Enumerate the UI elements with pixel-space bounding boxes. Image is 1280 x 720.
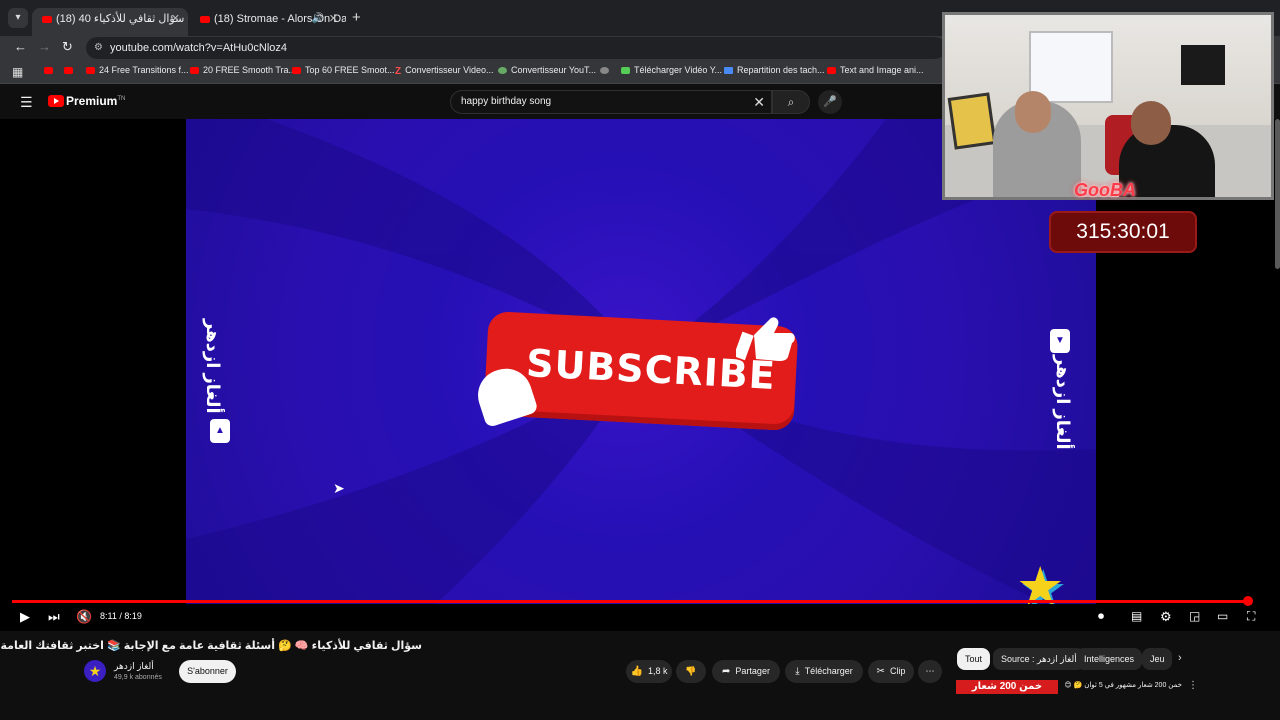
mouse-cursor-icon: ➤ xyxy=(333,480,345,496)
tab-active[interactable]: (18) سؤال ثقافي للأذكياء 40 🧠 😮 ✕ xyxy=(32,8,188,36)
channel-name[interactable]: ألغاز ازدهر xyxy=(114,661,154,672)
bookmark-item[interactable]: Convertisseur YouT... xyxy=(498,65,596,75)
tab-stromae[interactable]: (18) Stromae - Alors On Da 🔊 ✕ xyxy=(190,8,346,36)
youtube-favicon-icon xyxy=(200,15,210,23)
bookmark-item[interactable]: Z Convertisseur Video... xyxy=(395,65,494,77)
download-icon: ⤓ xyxy=(795,666,800,677)
chip-intelligences[interactable]: Intelligences xyxy=(1076,648,1143,670)
url-text: youtube.com/watch?v=AtHu0cNloz4 xyxy=(110,42,288,54)
time-display: 8:11 / 8:19 xyxy=(100,611,142,621)
channel-avatar[interactable]: ★ xyxy=(84,660,106,682)
download-button[interactable]: ⤓ Télécharger xyxy=(785,660,863,683)
recommendation-title[interactable]: خمن 200 شعار مشهور في 5 ثوان 🤔 😊 xyxy=(1062,681,1182,689)
tab-search-button[interactable]: ▾ xyxy=(8,8,28,28)
autoplay-toggle[interactable]: ⏺ xyxy=(1098,609,1104,624)
thumbs-up-icon xyxy=(736,317,795,361)
webcam-overlay xyxy=(942,12,1274,200)
search-value: happy birthday song xyxy=(461,96,552,107)
subscriber-count: 49,9 k abonnés xyxy=(114,674,162,681)
more-icon[interactable]: ⋮ xyxy=(1188,680,1198,691)
clip-button[interactable]: ✂ Clip xyxy=(868,660,914,683)
miniplayer-icon[interactable]: ◲ xyxy=(1189,609,1200,623)
progress-bar[interactable] xyxy=(12,600,1248,603)
video-title: سؤال ثقافي للأذكياء 🧠 🤔 أسئلة ثقافية عام… xyxy=(0,640,422,652)
youtube-favicon-icon xyxy=(42,15,52,23)
youtube-play-icon xyxy=(48,95,64,107)
new-tab-button[interactable]: + xyxy=(352,9,361,26)
site-info-icon[interactable]: ⚙ xyxy=(94,37,103,59)
tab-title: (18) Stromae - Alors On Da xyxy=(214,13,346,25)
youtube-premium-logo[interactable]: PremiumTN xyxy=(48,94,125,108)
close-icon[interactable]: ✕ xyxy=(329,8,338,30)
url-field[interactable]: ⚙ youtube.com/watch?v=AtHu0cNloz4 xyxy=(86,37,946,59)
chip-source[interactable]: Source : ألغاز ازدهر xyxy=(993,648,1085,670)
docs-icon xyxy=(724,67,733,74)
share-button[interactable]: ➦ Partager xyxy=(712,660,780,683)
bookmark-item[interactable]: Text and Image ani... xyxy=(827,65,924,75)
recommendation-thumbnail[interactable]: خمن 200 شعار xyxy=(956,680,1058,694)
youtube-icon xyxy=(190,67,199,74)
bookmark-item[interactable] xyxy=(64,65,77,75)
dislike-button[interactable]: 👎 xyxy=(676,660,706,683)
up-arrow-icon: ▲ xyxy=(210,419,230,443)
theater-mode-icon[interactable]: ▭ xyxy=(1217,609,1228,623)
tab-title: (18) سؤال ثقافي للأذكياء 40 🧠 😮 xyxy=(56,13,188,25)
forward-icon[interactable]: → xyxy=(38,39,51,54)
stream-timer: 315:30:01 xyxy=(1049,211,1197,253)
down-arrow-icon: ▼ xyxy=(1050,329,1070,353)
chip-jeu[interactable]: Jeu xyxy=(1142,648,1172,670)
like-button[interactable]: 👍 1,8 k xyxy=(626,660,672,683)
more-icon: ⋯ xyxy=(925,666,935,676)
youtube-icon xyxy=(44,67,53,74)
menu-icon[interactable]: ☰ xyxy=(20,94,33,111)
youtube-icon xyxy=(292,67,301,74)
page-scrollbar[interactable] xyxy=(1275,119,1280,269)
progress-scrubber[interactable] xyxy=(1242,596,1253,606)
chevron-right-icon[interactable]: › xyxy=(1178,652,1182,664)
subscribe-button[interactable]: S'abonner xyxy=(179,660,236,683)
z-logo-icon: Z xyxy=(395,66,402,77)
search-icon: ⌕ xyxy=(787,95,795,109)
bookmark-item[interactable]: Télécharger Vidéo Y... xyxy=(621,65,722,75)
fullscreen-icon[interactable]: ⛶ xyxy=(1247,609,1255,624)
youtube-icon xyxy=(86,67,95,74)
apps-grid-icon[interactable]: ▦ xyxy=(12,65,23,79)
youtube-icon xyxy=(64,67,73,74)
speaker-icon[interactable]: 🔊 xyxy=(312,8,324,30)
settings-icon[interactable]: ⚙ xyxy=(1160,609,1172,625)
subtitles-icon[interactable]: ▤ xyxy=(1131,609,1142,623)
bookmark-item[interactable]: 20 FREE Smooth Tra... xyxy=(190,65,296,75)
thumbs-up-icon: 👍 xyxy=(630,666,643,677)
reload-icon[interactable]: ↻ xyxy=(62,39,73,55)
mute-icon[interactable]: 🔇 xyxy=(76,609,92,625)
scissors-icon: ✂ xyxy=(876,666,885,677)
bookmark-item[interactable]: Repartition des tach... xyxy=(724,65,825,75)
channel-brand-right: ألغاز ازدهر xyxy=(1053,355,1073,450)
more-actions-button[interactable]: ⋯ xyxy=(918,660,942,683)
star-icon: ★ xyxy=(1016,557,1065,604)
back-icon[interactable]: ← xyxy=(14,39,27,54)
globe-icon xyxy=(600,67,609,74)
bookmark-item[interactable]: 24 Free Transitions f... xyxy=(86,65,189,75)
mic-icon[interactable]: 🎤 xyxy=(818,90,842,114)
bookmark-item[interactable]: Top 60 FREE Smoot... xyxy=(292,65,395,75)
next-icon[interactable]: ⏭ xyxy=(48,609,60,625)
chip-all[interactable]: Tout xyxy=(957,648,991,670)
download-icon xyxy=(621,67,630,74)
youtube-icon xyxy=(827,67,836,74)
thumbs-down-icon: 👎 xyxy=(685,666,697,676)
bookmark-item[interactable] xyxy=(600,65,613,75)
streamer-logo: GooBA xyxy=(1074,180,1136,200)
converter-icon xyxy=(498,67,507,74)
play-icon[interactable]: ▶ xyxy=(20,609,30,625)
search-input[interactable]: happy birthday song ✕ xyxy=(450,90,772,114)
bookmark-item[interactable] xyxy=(44,65,57,75)
search-button[interactable]: ⌕ xyxy=(772,90,810,114)
share-icon: ➦ xyxy=(722,666,731,677)
clear-search-icon[interactable]: ✕ xyxy=(753,91,765,113)
channel-brand-left: ألغاز ازدهر xyxy=(203,319,223,414)
close-icon[interactable]: ✕ xyxy=(171,8,180,30)
